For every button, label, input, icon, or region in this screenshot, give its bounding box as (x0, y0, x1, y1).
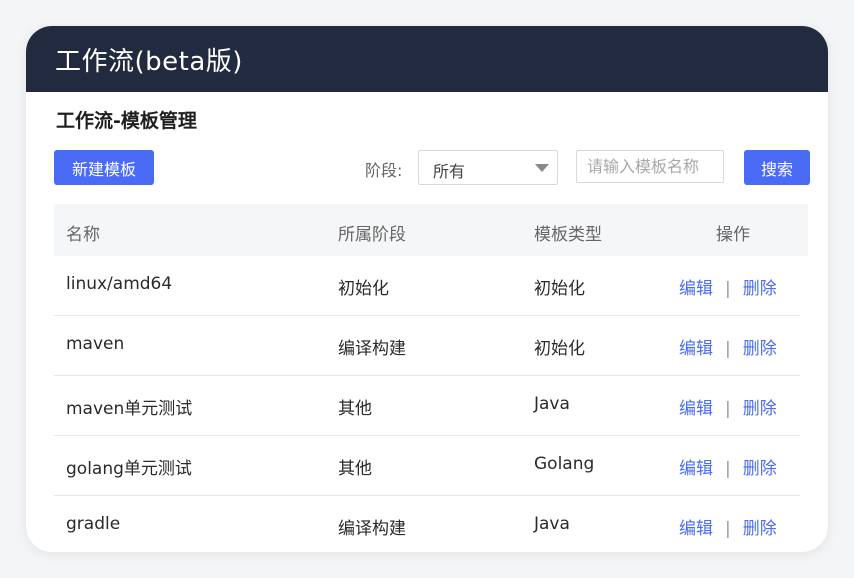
table-row: maven 编译构建 初始化 编辑 | 删除 (54, 316, 800, 376)
table-row: linux/amd64 初始化 初始化 编辑 | 删除 (54, 256, 800, 316)
edit-link[interactable]: 编辑 (679, 459, 713, 479)
cell-type: 初始化 (534, 279, 585, 299)
header-name: 名称 (66, 225, 100, 245)
header-type: 模板类型 (534, 225, 602, 245)
cell-actions: 编辑 | 删除 (679, 454, 777, 479)
table-row: gradle 编译构建 Java 编辑 | 删除 (54, 496, 800, 552)
table-header: 名称 所属阶段 模板类型 操作 (54, 204, 808, 256)
edit-link[interactable]: 编辑 (679, 399, 713, 419)
delete-link[interactable]: 删除 (743, 399, 777, 419)
delete-link[interactable]: 删除 (743, 519, 777, 539)
cell-actions: 编辑 | 删除 (679, 394, 777, 419)
delete-link[interactable]: 删除 (743, 459, 777, 479)
cell-type: Java (534, 514, 570, 534)
caret-down-icon (535, 164, 549, 172)
cell-stage: 编译构建 (338, 339, 406, 359)
cell-actions: 编辑 | 删除 (679, 334, 777, 359)
cell-stage: 其他 (338, 399, 372, 419)
cell-type: 初始化 (534, 339, 585, 359)
action-separator: | (725, 339, 731, 359)
template-table: 名称 所属阶段 模板类型 操作 linux/amd64 初始化 初始化 编辑 | 删… (54, 204, 808, 552)
edit-link[interactable]: 编辑 (679, 279, 713, 299)
search-button[interactable]: 搜索 (744, 150, 810, 185)
action-separator: | (725, 519, 731, 539)
cell-name: linux/amd64 (66, 274, 173, 294)
cell-name: gradle (66, 514, 121, 534)
cell-name: maven单元测试 (66, 399, 193, 419)
cell-stage: 编译构建 (338, 519, 406, 539)
action-separator: | (725, 459, 731, 479)
action-separator: | (725, 279, 731, 299)
table-row: maven单元测试 其他 Java 编辑 | 删除 (54, 376, 800, 436)
header-actions: 操作 (716, 225, 750, 245)
stage-select[interactable]: 所有 (418, 150, 558, 185)
action-separator: | (725, 399, 731, 419)
page-title: 工作流-模板管理 (56, 110, 197, 132)
edit-link[interactable]: 编辑 (679, 519, 713, 539)
toolbar: 新建模板 阶段: 所有 搜索 (54, 150, 810, 186)
title-bar: 工作流(beta版) (26, 26, 828, 92)
stage-select-value: 所有 (433, 162, 466, 181)
table-row: golang单元测试 其他 Golang 编辑 | 删除 (54, 436, 800, 496)
cell-name: golang单元测试 (66, 459, 192, 479)
delete-link[interactable]: 删除 (743, 279, 777, 299)
cell-name: maven (66, 334, 125, 354)
header-stage: 所属阶段 (338, 225, 406, 245)
cell-stage: 初始化 (338, 279, 389, 299)
cell-type: Golang (534, 454, 595, 474)
workflow-card: 工作流(beta版) 工作流-模板管理 新建模板 阶段: 所有 搜索 名称 所属… (26, 26, 828, 552)
cell-type: Java (534, 394, 570, 414)
cell-actions: 编辑 | 删除 (679, 274, 777, 299)
edit-link[interactable]: 编辑 (679, 339, 713, 359)
template-name-search-input[interactable] (576, 150, 724, 183)
window-title: 工作流(beta版) (55, 46, 243, 77)
stage-filter-label: 阶段: (365, 161, 403, 180)
new-template-button[interactable]: 新建模板 (54, 150, 154, 185)
delete-link[interactable]: 删除 (743, 339, 777, 359)
cell-actions: 编辑 | 删除 (679, 514, 777, 539)
cell-stage: 其他 (338, 459, 372, 479)
